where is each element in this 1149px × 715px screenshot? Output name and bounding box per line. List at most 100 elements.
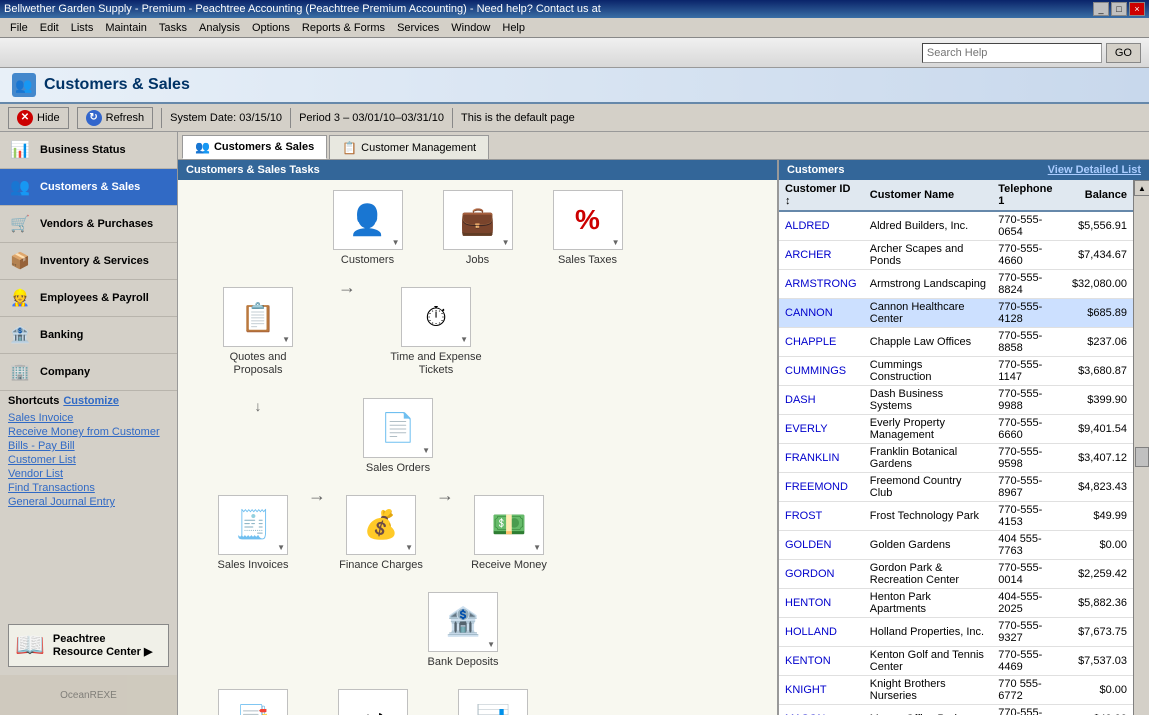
col-balance[interactable]: Balance	[1066, 180, 1133, 211]
tasks-header: Customers & Sales Tasks	[178, 160, 777, 180]
task-time-expense[interactable]: ⏱ ▼ Time and Expense Tickets	[386, 287, 486, 377]
task-customers[interactable]: 👤 ▼ Customers	[323, 190, 413, 267]
menu-maintain[interactable]: Maintain	[99, 20, 153, 36]
table-row[interactable]: KENTON Kenton Golf and Tennis Center 770…	[779, 647, 1133, 676]
menu-help[interactable]: Help	[496, 20, 531, 36]
tab-customer-management[interactable]: 📋 Customer Management	[329, 135, 489, 159]
task-reports[interactable]: 📊 ▼ Reports	[448, 689, 538, 715]
task-customer-statements[interactable]: 📑 ▼ Customer Statements	[208, 689, 298, 715]
table-row[interactable]: DASH Dash Business Systems 770-555-9988 …	[779, 386, 1133, 415]
table-row[interactable]: HENTON Henton Park Apartments 404-555-20…	[779, 589, 1133, 618]
customer-balance: $3,680.87	[1066, 357, 1133, 386]
refresh-button[interactable]: ↻ Refresh	[77, 107, 154, 129]
time-expense-dropdown: ▼	[460, 335, 468, 344]
table-row[interactable]: ARCHER Archer Scapes and Ponds 770-555-4…	[779, 241, 1133, 270]
table-row[interactable]: GORDON Gordon Park & Recreation Center 7…	[779, 560, 1133, 589]
customer-id-link[interactable]: GOLDEN	[785, 539, 831, 551]
menu-tasks[interactable]: Tasks	[153, 20, 193, 36]
customer-id-link[interactable]: HENTON	[785, 597, 831, 609]
customer-id-link[interactable]: DASH	[785, 394, 816, 406]
customer-id-link[interactable]: CANNON	[785, 307, 833, 319]
sidebar-item-business-status[interactable]: 📊 Business Status	[0, 132, 177, 169]
customer-id-link[interactable]: CHAPPLE	[785, 336, 836, 348]
task-credits-returns[interactable]: ↩ ▼ Credits and Returns	[328, 689, 418, 715]
task-sales-invoices[interactable]: 🧾 ▼ Sales Invoices	[208, 495, 298, 572]
customer-id-link[interactable]: EVERLY	[785, 423, 828, 435]
table-row[interactable]: ARMSTRONG Armstrong Landscaping 770-555-…	[779, 270, 1133, 299]
table-row[interactable]: CUMMINGS Cummings Construction 770-555-1…	[779, 357, 1133, 386]
minimize-button[interactable]: _	[1093, 2, 1109, 16]
table-row[interactable]: FRANKLIN Franklin Botanical Gardens 770-…	[779, 444, 1133, 473]
task-row-6: 📑 ▼ Customer Statements ↩ ▼ Credits and …	[188, 689, 767, 715]
customer-id-link[interactable]: FRANKLIN	[785, 452, 839, 464]
task-bank-deposits[interactable]: 🏦 ▼ Bank Deposits	[418, 592, 508, 669]
shortcut-bills[interactable]: Bills - Pay Bill	[8, 439, 169, 453]
task-finance-charges[interactable]: 💰 ▼ Finance Charges	[336, 495, 426, 572]
customer-id-link[interactable]: HOLLAND	[785, 626, 837, 638]
menu-lists[interactable]: Lists	[65, 20, 100, 36]
task-jobs[interactable]: 💼 ▼ Jobs	[433, 190, 523, 267]
col-telephone[interactable]: Telephone 1	[992, 180, 1066, 211]
table-row[interactable]: ALDRED Aldred Builders, Inc. 770-555-065…	[779, 211, 1133, 241]
sidebar-item-employees-payroll[interactable]: 👷 Employees & Payroll	[0, 280, 177, 317]
menu-window[interactable]: Window	[445, 20, 496, 36]
sidebar-item-company[interactable]: 🏢 Company	[0, 354, 177, 391]
table-row[interactable]: FROST Frost Technology Park 770-555-4153…	[779, 502, 1133, 531]
customer-id-link[interactable]: CUMMINGS	[785, 365, 846, 377]
table-row[interactable]: FREEMOND Freemond Country Club 770-555-8…	[779, 473, 1133, 502]
table-scrollbar[interactable]: ▲ ▼	[1133, 180, 1149, 715]
scroll-up-btn[interactable]: ▲	[1134, 180, 1149, 196]
table-row[interactable]: MASON Mason Office Park 770-555-3311 $49…	[779, 705, 1133, 715]
menu-options[interactable]: Options	[246, 20, 296, 36]
go-button[interactable]: GO	[1106, 43, 1141, 63]
shortcut-sales-invoice[interactable]: Sales Invoice	[8, 411, 169, 425]
sidebar-item-inventory-services[interactable]: 📦 Inventory & Services	[0, 243, 177, 280]
sales-orders-icon-box: 📄 ▼	[363, 398, 433, 458]
customer-id-link[interactable]: ARCHER	[785, 249, 831, 261]
shortcut-find-transactions[interactable]: Find Transactions	[8, 481, 169, 495]
menu-analysis[interactable]: Analysis	[193, 20, 246, 36]
menu-services[interactable]: Services	[391, 20, 445, 36]
resource-center[interactable]: 📖 PeachtreeResource Center ▶	[8, 624, 169, 667]
customer-id-link[interactable]: FROST	[785, 510, 822, 522]
sidebar-item-vendors-purchases[interactable]: 🛒 Vendors & Purchases	[0, 206, 177, 243]
shortcut-receive-money[interactable]: Receive Money from Customer	[8, 425, 169, 439]
col-customer-id[interactable]: Customer ID ↕	[779, 180, 864, 211]
task-sales-orders[interactable]: 📄 ▼ Sales Orders	[348, 398, 448, 475]
hide-button[interactable]: ✕ Hide	[8, 107, 69, 129]
maximize-button[interactable]: □	[1111, 2, 1127, 16]
view-detailed-list-link[interactable]: View Detailed List	[1048, 164, 1141, 176]
sidebar-item-customers-sales[interactable]: 👥 Customers & Sales	[0, 169, 177, 206]
task-sales-taxes[interactable]: % ▼ Sales Taxes	[543, 190, 633, 267]
col-customer-name[interactable]: Customer Name	[864, 180, 993, 211]
close-button[interactable]: ×	[1129, 2, 1145, 16]
menu-file[interactable]: File	[4, 20, 34, 36]
table-row[interactable]: CANNON Cannon Healthcare Center 770-555-…	[779, 299, 1133, 328]
customer-id-link[interactable]: ARMSTRONG	[785, 278, 857, 290]
scroll-thumb[interactable]	[1135, 447, 1149, 467]
task-receive-money[interactable]: 💵 ▼ Receive Money	[464, 495, 554, 572]
menu-edit[interactable]: Edit	[34, 20, 65, 36]
customer-id-link[interactable]: FREEMOND	[785, 481, 848, 493]
table-row[interactable]: CHAPPLE Chapple Law Offices 770-555-8858…	[779, 328, 1133, 357]
shortcut-customer-list[interactable]: Customer List	[8, 453, 169, 467]
shortcut-general-journal[interactable]: General Journal Entry	[8, 495, 169, 509]
search-input[interactable]	[922, 43, 1102, 63]
bank-deposits-icon: 🏦	[446, 605, 481, 638]
customer-id-link[interactable]: KNIGHT	[785, 684, 827, 696]
shortcut-vendor-list[interactable]: Vendor List	[8, 467, 169, 481]
customer-id-link[interactable]: KENTON	[785, 655, 831, 667]
hide-icon: ✕	[17, 110, 33, 126]
table-row[interactable]: KNIGHT Knight Brothers Nurseries 770 555…	[779, 676, 1133, 705]
customer-id-link[interactable]: ALDRED	[785, 220, 830, 232]
task-quotes-proposals[interactable]: 📋 ▼ Quotes and Proposals	[208, 287, 308, 377]
table-row[interactable]: EVERLY Everly Property Management 770-55…	[779, 415, 1133, 444]
tab-customers-sales[interactable]: 👥 Customers & Sales	[182, 135, 327, 159]
customer-id-link[interactable]: GORDON	[785, 568, 835, 580]
menu-reports-forms[interactable]: Reports & Forms	[296, 20, 391, 36]
right-panel: Customers View Detailed List ▲ ▼	[778, 160, 1149, 715]
table-row[interactable]: GOLDEN Golden Gardens 404 555-7763 $0.00	[779, 531, 1133, 560]
sidebar-item-banking[interactable]: 🏦 Banking	[0, 317, 177, 354]
customize-link[interactable]: Customize	[63, 395, 119, 407]
table-row[interactable]: HOLLAND Holland Properties, Inc. 770-555…	[779, 618, 1133, 647]
